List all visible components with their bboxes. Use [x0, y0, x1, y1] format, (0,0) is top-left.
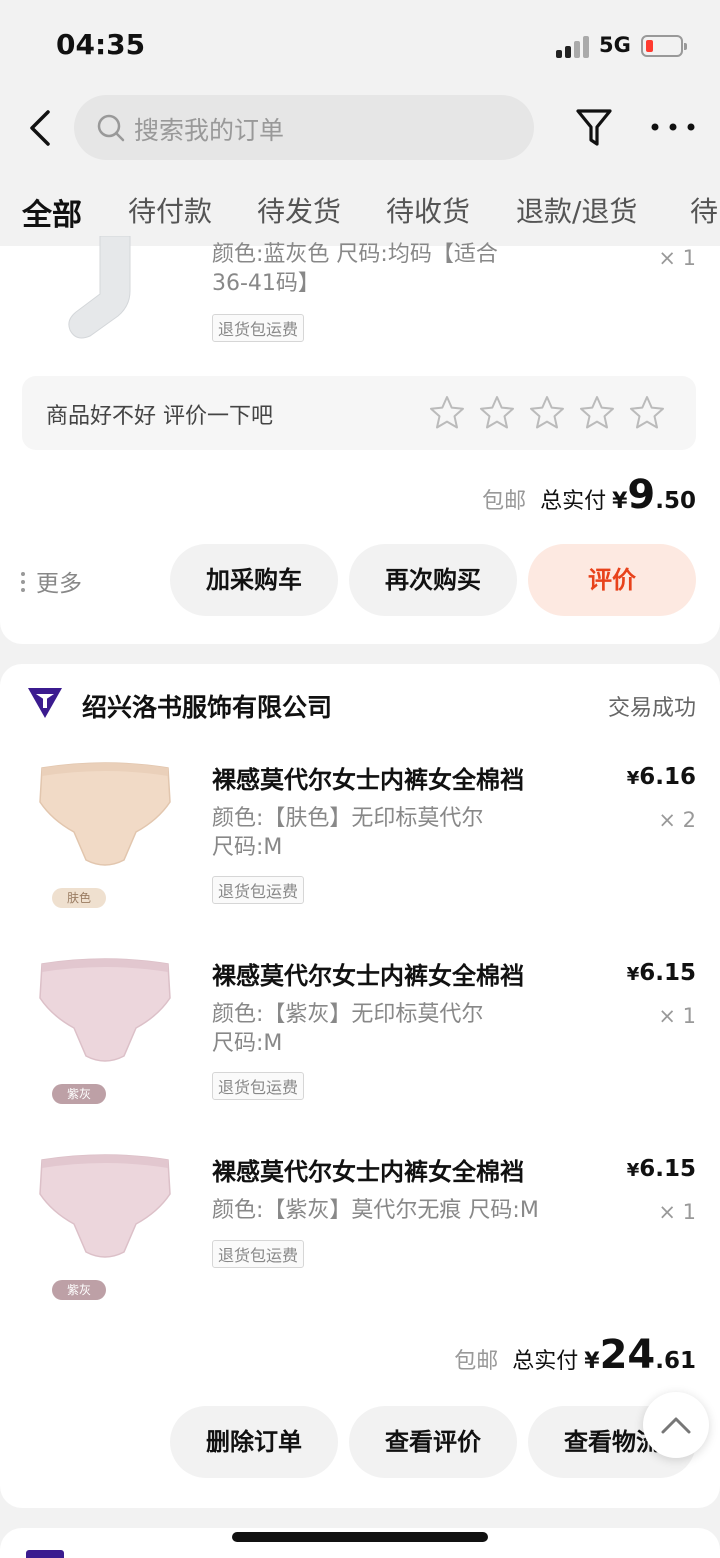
add-to-cart-button[interactable]: 加采购车	[170, 544, 338, 616]
shop-logo-icon[interactable]	[26, 1550, 64, 1558]
color-label: 紫灰	[52, 1084, 106, 1104]
product-thumbnail[interactable]	[30, 756, 180, 896]
order-status: 交易成功	[607, 696, 696, 721]
product-price: ¥6.16	[626, 764, 696, 790]
search-input[interactable]: 搜索我的订单	[74, 95, 534, 160]
delete-order-button[interactable]: 删除订单	[170, 1406, 338, 1478]
tab-all[interactable]: 全部	[22, 190, 82, 234]
product-qty: × 1	[658, 246, 696, 270]
review-prompt[interactable]: 商品好不好 评价一下吧	[22, 376, 696, 450]
product-spec: 颜色:【紫灰】莫代尔无痕 尺码:M	[212, 1198, 539, 1223]
filter-icon[interactable]	[575, 106, 613, 150]
order-tabs: 全部 待付款 待发货 待收货 退款/退货 待	[0, 182, 720, 238]
return-shipping-tag: 退货包运费	[212, 876, 305, 904]
status-bar: 04:35 5G	[0, 0, 720, 90]
shipping-label: 包邮	[454, 1349, 499, 1374]
return-shipping-tag: 退货包运费	[212, 314, 305, 342]
star-icon[interactable]	[478, 394, 516, 432]
scroll-to-top-button[interactable]	[643, 1392, 709, 1458]
star-icon[interactable]	[528, 394, 566, 432]
star-icon[interactable]	[578, 394, 616, 432]
star-icon[interactable]	[428, 394, 466, 432]
color-label: 紫灰	[52, 1280, 106, 1300]
product-thumbnail[interactable]	[30, 235, 180, 346]
order-card: 颜色:蓝灰色 尺码:均码【适合36-41码】 × 1 退货包运费 商品好不好 评…	[0, 235, 720, 644]
product-thumbnail[interactable]	[30, 952, 180, 1092]
tab-refund[interactable]: 退款/退货	[516, 190, 637, 230]
shop-name[interactable]: 绍兴洛书服饰有限公司	[82, 688, 332, 724]
header: 搜索我的订单 全部 待付款 待发货 待收货 退款/退货 待	[0, 90, 720, 246]
total-amount: 9	[627, 472, 656, 518]
search-placeholder: 搜索我的订单	[134, 116, 285, 145]
home-indicator[interactable]	[232, 1532, 488, 1542]
product-qty: × 2	[658, 808, 696, 832]
product-title[interactable]: 裸感莫代尔女士内裤女全棉裆	[212, 1152, 524, 1187]
order-total: 包邮 总实付 ¥24.61	[454, 1332, 696, 1378]
shipping-label: 包邮	[482, 489, 527, 514]
signal-icon	[556, 36, 590, 58]
tab-pending-receipt[interactable]: 待收货	[386, 190, 470, 230]
tab-pending-payment[interactable]: 待付款	[128, 190, 212, 230]
total-label: 总实付	[512, 1349, 579, 1374]
product-qty: × 1	[658, 1004, 696, 1028]
view-review-button[interactable]: 查看评价	[349, 1406, 517, 1478]
product-title[interactable]: 裸感莫代尔女士内裤女全棉裆	[212, 760, 524, 795]
network-label: 5G	[599, 33, 631, 57]
product-price: ¥6.15	[626, 960, 696, 986]
buy-again-button[interactable]: 再次购买	[349, 544, 517, 616]
product-qty: × 1	[658, 1200, 696, 1224]
review-button[interactable]: 评价	[528, 544, 696, 616]
tab-pending-review[interactable]: 待	[690, 190, 718, 230]
order-card: 绍兴洛书服饰有限公司 交易成功 肤色 裸感莫代尔女士内裤女全棉裆 ¥6.16 颜…	[0, 664, 720, 1508]
product-spec: 颜色:蓝灰色 尺码:均码【适合36-41码】	[212, 242, 498, 296]
tab-pending-shipment[interactable]: 待发货	[257, 190, 341, 230]
color-label: 肤色	[52, 888, 106, 908]
status-time: 04:35	[56, 28, 146, 61]
dots-vertical-icon	[20, 571, 26, 599]
return-shipping-tag: 退货包运费	[212, 1072, 305, 1100]
order-total: 包邮 总实付 ¥9.50	[482, 472, 696, 518]
battery-icon	[641, 35, 687, 57]
review-prompt-text: 商品好不好 评价一下吧	[46, 404, 273, 429]
product-thumbnail[interactable]	[30, 1148, 180, 1288]
product-title[interactable]: 裸感莫代尔女士内裤女全棉裆	[212, 956, 524, 991]
total-amount: 24	[599, 1332, 656, 1378]
star-icon[interactable]	[628, 394, 666, 432]
return-shipping-tag: 退货包运费	[212, 1240, 305, 1268]
search-icon	[96, 113, 126, 143]
product-price: ¥6.15	[626, 1156, 696, 1182]
more-button[interactable]: 更多	[20, 564, 82, 599]
chevron-up-icon	[661, 1417, 691, 1434]
total-label: 总实付	[540, 489, 607, 514]
shop-logo-icon[interactable]	[26, 686, 64, 720]
back-icon[interactable]	[22, 106, 62, 150]
more-icon[interactable]	[650, 116, 696, 138]
product-spec: 颜色:【紫灰】无印标莫代尔 尺码:M	[212, 1002, 484, 1056]
product-spec: 颜色:【肤色】无印标莫代尔 尺码:M	[212, 806, 484, 860]
